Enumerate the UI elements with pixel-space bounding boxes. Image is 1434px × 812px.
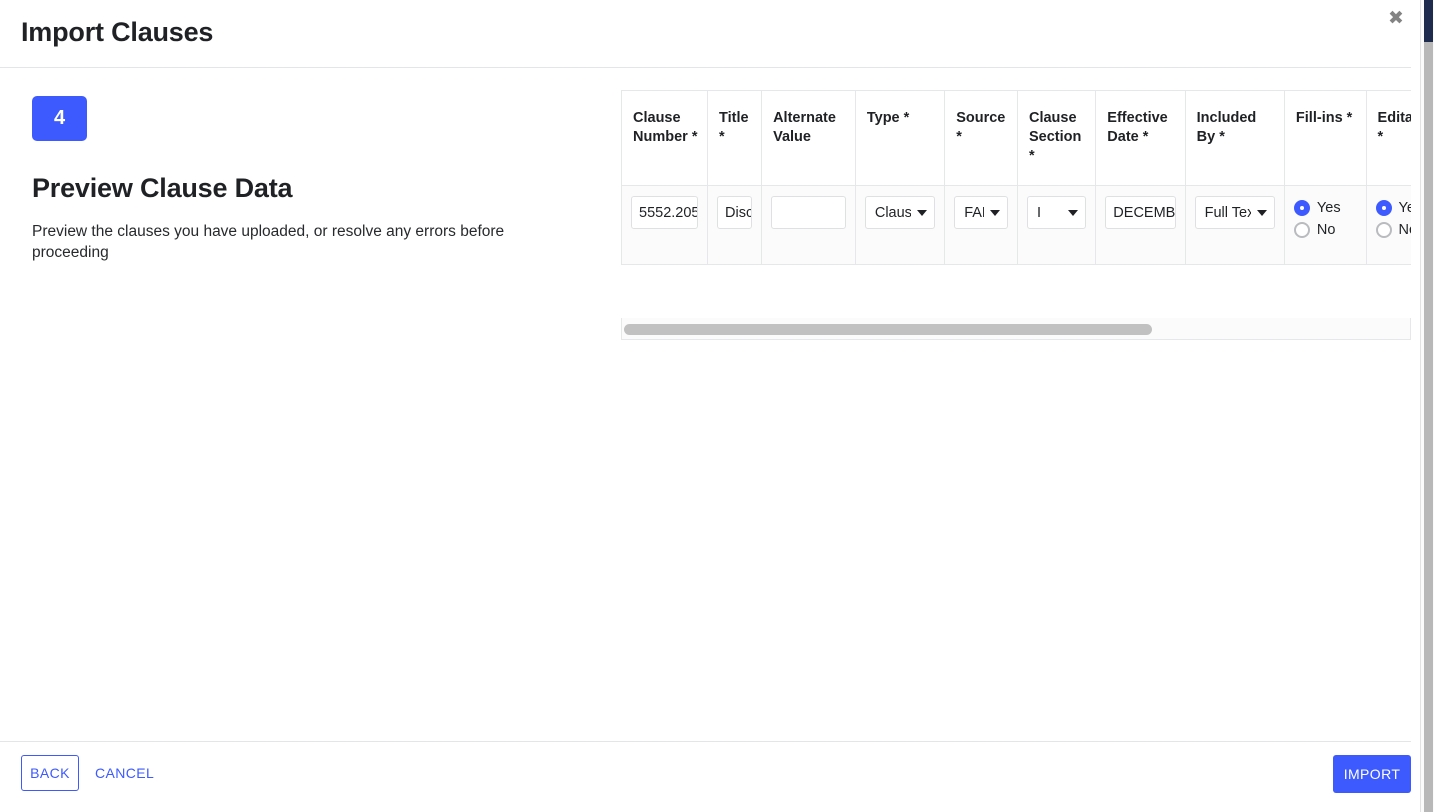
type-select[interactable]: Clause — [864, 196, 936, 229]
chevron-down-icon — [989, 209, 1000, 216]
column-header-fill-ins: Fill-ins * — [1283, 90, 1367, 186]
alternate-value-input[interactable] — [771, 196, 846, 229]
effective-date-input[interactable]: DECEMB — [1105, 196, 1176, 229]
page-title: Import Clauses — [21, 17, 214, 47]
source-select[interactable]: FAR — [954, 196, 1008, 229]
column-header-type: Type * — [854, 90, 946, 186]
cancel-button[interactable]: CANCEL — [93, 755, 156, 791]
clause-number-input[interactable]: 5552.205 — [631, 196, 699, 229]
cell-fill-ins: Yes No — [1283, 185, 1367, 265]
cell-included-by: Full Text — [1184, 185, 1285, 265]
table-row: 5552.205 Disc Clause — [621, 185, 1411, 265]
column-header-effective-date: Effective Date * — [1095, 90, 1186, 186]
included-by-select[interactable]: Full Text — [1194, 196, 1275, 229]
fill-ins-radio-no[interactable]: No — [1293, 220, 1357, 240]
page-vertical-scrollbar-track[interactable] — [1424, 0, 1433, 812]
editable-no-label: No — [1398, 222, 1411, 238]
included-by-select-value: Full Text — [1204, 204, 1251, 221]
page-gutter — [1411, 0, 1420, 812]
import-button[interactable]: IMPORT — [1333, 755, 1411, 793]
fill-ins-yes-label: Yes — [1316, 200, 1341, 216]
step-title: Preview Clause Data — [32, 173, 293, 203]
fill-ins-no-label: No — [1316, 222, 1336, 238]
clause-preview-table-viewport[interactable]: Clause Number * Title * Alternate Value … — [621, 90, 1411, 292]
close-icon[interactable]: ✖ — [1382, 4, 1410, 32]
table-header-row: Clause Number * Title * Alternate Value … — [621, 90, 1411, 186]
cell-clause-number: 5552.205 — [621, 185, 709, 265]
page-vertical-scrollbar[interactable] — [1420, 0, 1434, 812]
column-header-source: Source * — [944, 90, 1018, 186]
cell-clause-section: I — [1016, 185, 1097, 265]
column-header-clause-number: Clause Number * — [621, 90, 709, 186]
editable-radio-group: Yes No — [1375, 196, 1411, 240]
table-body: 5552.205 Disc Clause — [621, 185, 1411, 265]
back-button[interactable]: BACK — [21, 755, 79, 791]
clause-section-select-value: I — [1036, 204, 1042, 221]
editable-radio-yes[interactable]: Yes — [1375, 198, 1411, 218]
column-header-editable: Editable * — [1365, 90, 1411, 186]
chevron-down-icon — [1068, 209, 1079, 216]
clause-preview-table: Clause Number * Title * Alternate Value … — [621, 90, 1411, 265]
chevron-down-icon — [1256, 209, 1267, 216]
table-header: Clause Number * Title * Alternate Value … — [621, 90, 1411, 186]
import-clauses-dialog: Import Clauses ✖ 4 Preview Clause Data P… — [0, 0, 1434, 812]
radio-selected-icon — [1375, 200, 1392, 216]
page-vertical-scrollbar-thumb[interactable] — [1424, 0, 1433, 42]
step-number-badge: 4 — [32, 96, 87, 141]
editable-yes-label: Yes — [1398, 200, 1411, 216]
source-select-value: FAR — [964, 204, 984, 221]
column-header-title: Title * — [707, 90, 763, 186]
clause-section-select[interactable]: I — [1026, 196, 1087, 229]
dialog-body: 4 Preview Clause Data Preview the clause… — [0, 69, 1420, 741]
chevron-down-icon — [917, 209, 928, 216]
cell-alternate-value — [761, 185, 856, 265]
column-header-clause-section: Clause Section * — [1016, 90, 1097, 186]
column-header-alternate-value: Alternate Value — [761, 90, 856, 186]
type-select-value: Clause — [874, 204, 911, 221]
radio-selected-icon — [1293, 200, 1310, 216]
radio-unselected-icon — [1293, 222, 1310, 238]
cell-editable: Yes No — [1365, 185, 1411, 265]
table-horizontal-scrollbar[interactable] — [621, 318, 1411, 340]
cell-title: Disc — [707, 185, 763, 265]
step-description: Preview the clauses you have uploaded, o… — [32, 223, 505, 261]
editable-radio-no[interactable]: No — [1375, 220, 1411, 240]
fill-ins-radio-group: Yes No — [1293, 196, 1357, 240]
fill-ins-radio-yes[interactable]: Yes — [1293, 198, 1357, 218]
step-pane: 4 Preview Clause Data Preview the clause… — [32, 96, 572, 263]
column-header-included-by: Included By * — [1184, 90, 1285, 186]
cell-type: Clause — [854, 185, 946, 265]
cell-source: FAR — [944, 185, 1018, 265]
title-input[interactable]: Disc — [717, 196, 753, 229]
dialog-header: Import Clauses ✖ — [0, 0, 1420, 68]
table-horizontal-scrollbar-thumb[interactable] — [624, 324, 1152, 335]
cell-effective-date: DECEMB — [1095, 185, 1186, 265]
dialog-footer: BACK CANCEL IMPORT — [0, 741, 1420, 812]
radio-unselected-icon — [1375, 222, 1392, 238]
